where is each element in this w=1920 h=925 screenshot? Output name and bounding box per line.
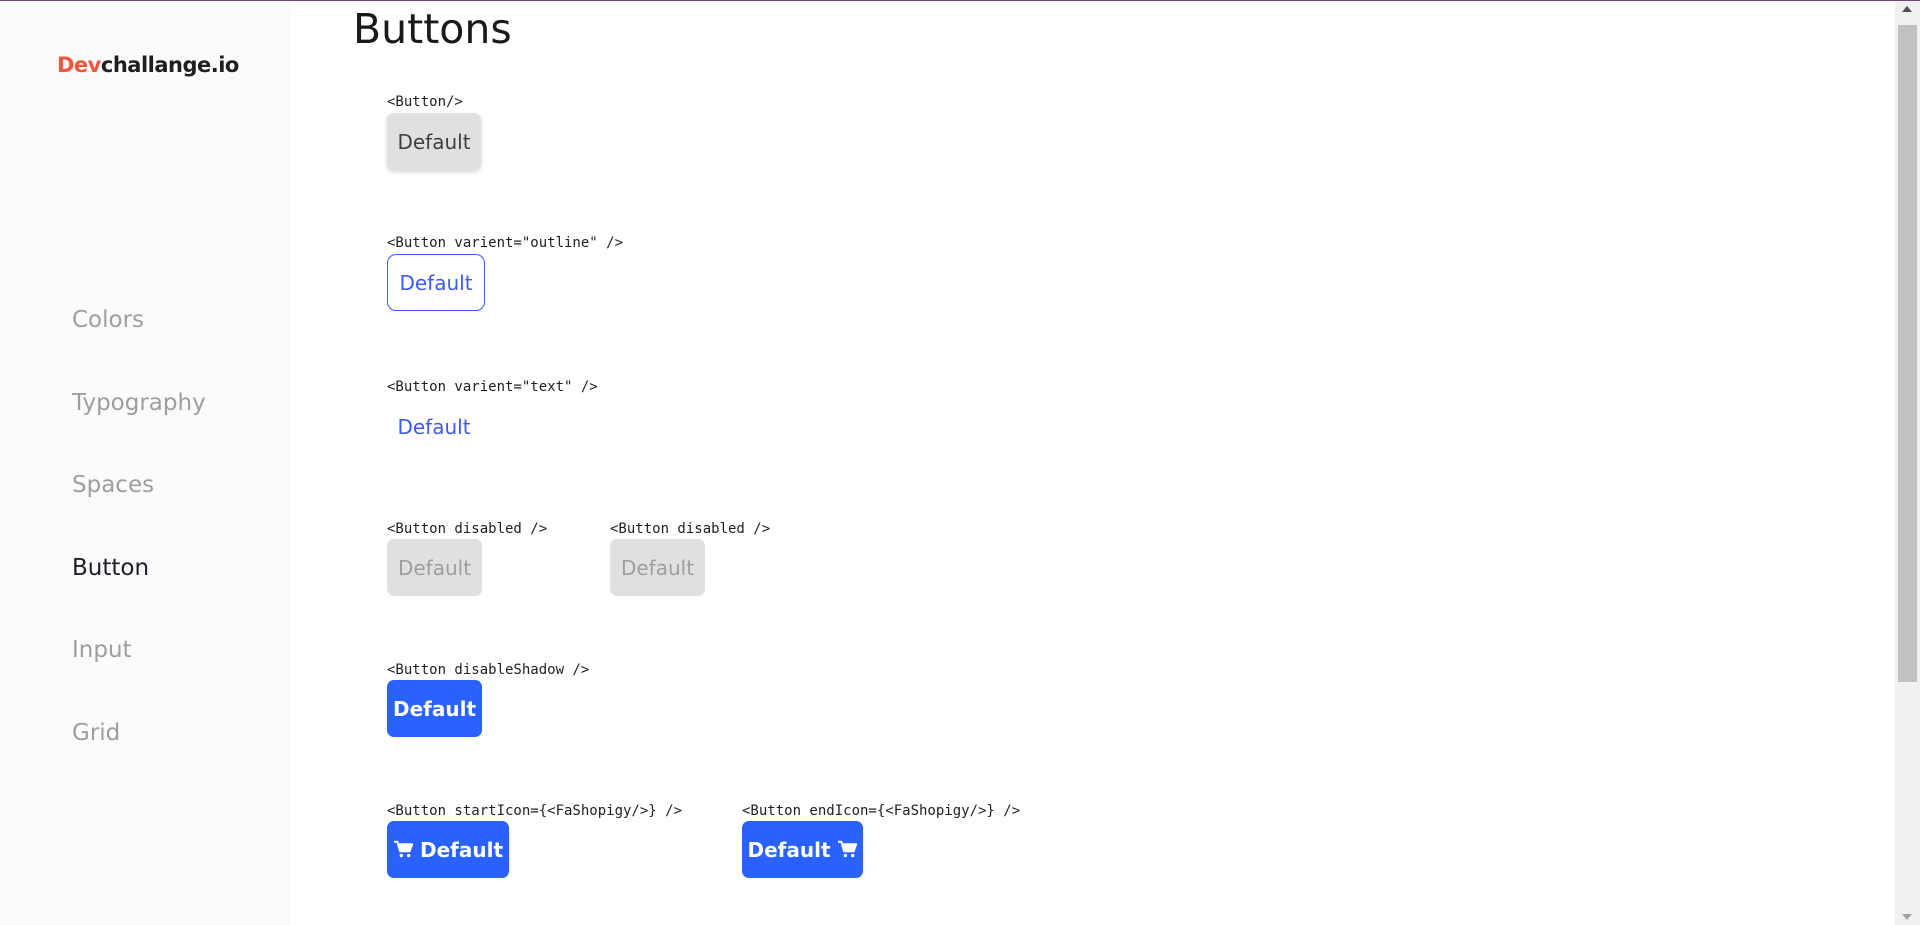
- button-label: Default: [399, 270, 473, 295]
- code-label: <Button varient="outline" />: [387, 235, 624, 251]
- sidebar: Devchallange.io Colors Typography Spaces…: [0, 1, 290, 925]
- text-button[interactable]: Default: [387, 398, 481, 455]
- cart-icon: [837, 840, 857, 858]
- code-label: <Button endIcon={<FaShopigy/>} />: [742, 803, 1021, 819]
- code-label: <Button startIcon={<FaShopigy/>} />: [387, 803, 683, 819]
- button-label: Default: [392, 696, 477, 721]
- logo-text: challange.io: [100, 53, 239, 77]
- code-label: <Button disabled />: [610, 521, 771, 537]
- button-label: Default: [747, 837, 831, 862]
- code-label: <Button/>: [387, 94, 463, 110]
- sidebar-item-spaces[interactable]: Spaces: [72, 472, 154, 498]
- code-label: <Button disableShadow />: [387, 662, 590, 678]
- page-title: Buttons: [353, 5, 512, 53]
- code-label: <Button varient="text" />: [387, 379, 598, 395]
- main-content: Buttons <Button/> Default <Button varien…: [290, 1, 1895, 925]
- start-icon-button[interactable]: Default: [387, 821, 509, 878]
- logo[interactable]: Devchallange.io: [57, 53, 239, 77]
- button-label: Default: [419, 837, 504, 862]
- scrollbar-thumb[interactable]: [1898, 25, 1917, 682]
- button-label: Default: [620, 555, 695, 580]
- cart-icon: [393, 840, 414, 858]
- sidebar-item-input[interactable]: Input: [72, 637, 132, 663]
- logo-accent: Dev: [57, 53, 101, 77]
- code-label: <Button disabled />: [387, 521, 548, 537]
- sidebar-item-button[interactable]: Button: [72, 555, 149, 581]
- sidebar-item-typography[interactable]: Typography: [72, 390, 206, 416]
- end-icon-button[interactable]: Default: [742, 821, 863, 878]
- button-label: Default: [397, 129, 471, 154]
- button-label: Default: [397, 555, 472, 580]
- default-button[interactable]: Default: [387, 113, 481, 170]
- outline-button[interactable]: Default: [387, 254, 485, 311]
- disabled-button: Default: [387, 539, 482, 596]
- sidebar-item-grid[interactable]: Grid: [72, 720, 120, 746]
- sidebar-item-colors[interactable]: Colors: [72, 307, 144, 333]
- button-label: Default: [397, 414, 471, 439]
- scroll-down-icon[interactable]: [1902, 914, 1912, 920]
- vertical-scrollbar[interactable]: [1895, 1, 1920, 925]
- primary-button[interactable]: Default: [387, 680, 482, 737]
- disabled-button: Default: [610, 539, 705, 596]
- scroll-up-icon[interactable]: [1902, 6, 1912, 12]
